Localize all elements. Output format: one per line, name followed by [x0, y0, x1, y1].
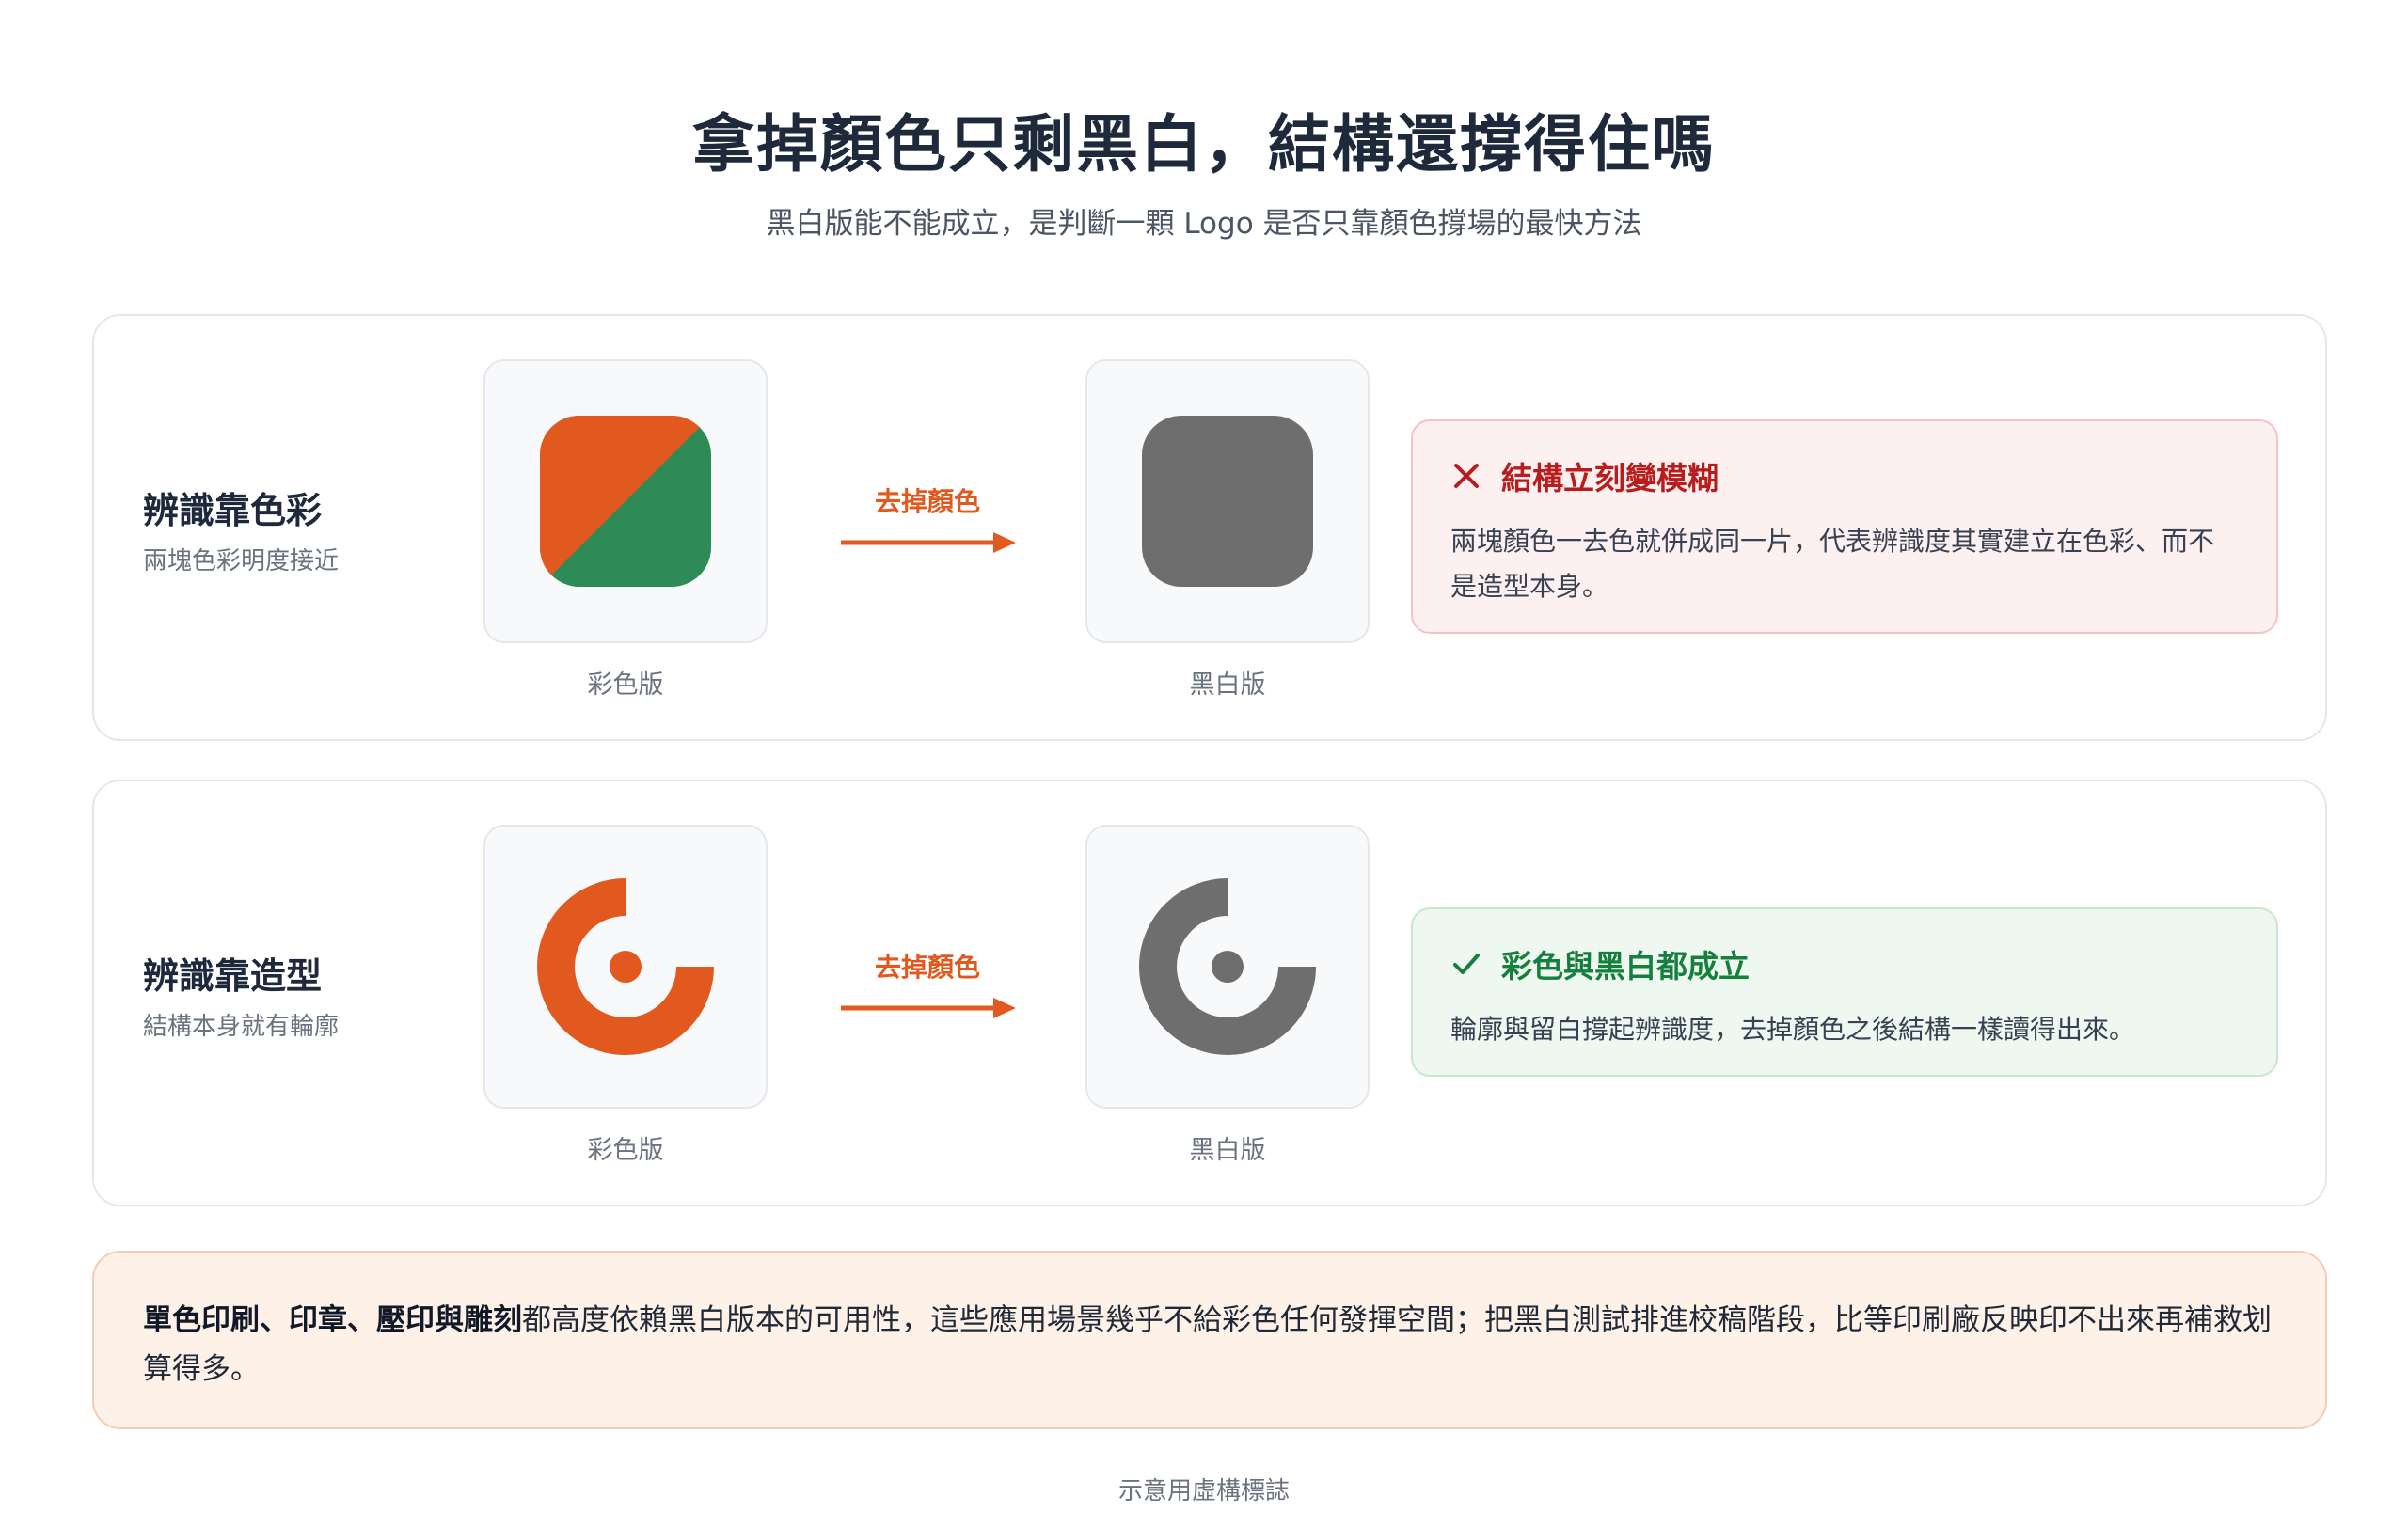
- color-version-caption: 彩色版: [587, 1136, 664, 1165]
- bw-version-caption: 黑白版: [1189, 1136, 1266, 1165]
- color-version-caption: 彩色版: [587, 670, 664, 700]
- comparison-row-shape-based: 辨識靠造型 結構本身就有輪廓 彩色版 去掉顏色 黑白版 彩色與黑白都成立 輪廓與…: [92, 780, 2327, 1206]
- verdict-body: 輪廓與留白撐起辨識度，去掉顏色之後結構一樣讀得出來。: [1450, 1014, 2136, 1045]
- verdict-heading: 彩色與黑白都成立: [1501, 948, 1750, 985]
- bw-logo-tile: [1085, 825, 1370, 1109]
- color-logo-tile: [483, 359, 768, 643]
- arrow-right-icon: [841, 998, 1016, 1018]
- comparison-row-color-dependent: 辨識靠色彩 兩塊色彩明度接近 彩色版 去掉顏色 黑白版 結構立刻變模糊 兩塊顏色…: [92, 314, 2327, 741]
- split-square-logo-bw: [1142, 416, 1313, 587]
- row-title: 辨識靠色彩: [143, 490, 323, 531]
- color-logo-tile: [483, 825, 768, 1109]
- arrow-right-icon: [841, 532, 1016, 553]
- footnote: 示意用虛構標誌: [1117, 1477, 1290, 1505]
- arrow-label: 去掉顏色: [874, 952, 980, 983]
- verdict-heading: 結構立刻變模糊: [1501, 460, 1719, 496]
- split-square-logo-color: [540, 416, 711, 587]
- verdict-pass-card: 彩色與黑白都成立 輪廓與留白撐起辨識度，去掉顏色之後結構一樣讀得出來。: [1411, 907, 2278, 1077]
- print-context-note: 單色印刷、印章、壓印與雕刻都高度依賴黑白版本的可用性，這些應用場景幾乎不給彩色任…: [92, 1251, 2327, 1429]
- check-icon: [1453, 954, 1480, 974]
- row-subtitle: 結構本身就有輪廓: [143, 1013, 340, 1041]
- row-subtitle: 兩塊色彩明度接近: [143, 547, 340, 575]
- page-title: 拿掉顏色只剩黑白，結構還撐得住嗎: [692, 108, 1716, 181]
- verdict-body: 兩塊顏色一去色就併成同一片，代表辨識度其實建立在色彩、而不是造型本身。: [1450, 526, 2215, 602]
- arrow-label: 去掉顏色: [874, 486, 980, 517]
- verdict-fail-card: 結構立刻變模糊 兩塊顏色一去色就併成同一片，代表辨識度其實建立在色彩、而不是造型…: [1411, 419, 2278, 634]
- page-subtitle: 黑白版能不能成立，是判斷一顆 Logo 是否只靠顏色撐場的最快方法: [766, 207, 1642, 241]
- x-icon: [1454, 464, 1479, 488]
- bw-version-caption: 黑白版: [1189, 670, 1266, 700]
- ring-dot-logo-color: [537, 878, 714, 1055]
- bw-logo-tile: [1085, 359, 1370, 643]
- ring-dot-logo-bw: [1139, 878, 1316, 1055]
- row-title: 辨識靠造型: [143, 955, 323, 997]
- note-emphasis: 單色印刷、印章、壓印與雕刻: [143, 1303, 522, 1337]
